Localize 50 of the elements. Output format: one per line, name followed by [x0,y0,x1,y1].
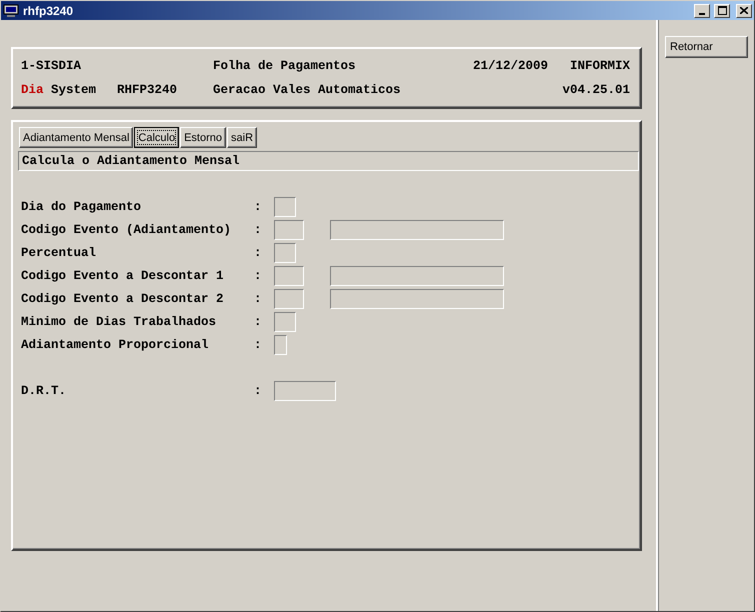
window-title: rhfp3240 [23,4,74,18]
computer-icon [3,4,19,18]
description-field[interactable] [330,289,504,309]
field-label: Minimo de Dias Trabalhados [21,315,218,329]
system-code: 1-SISDIA [21,59,82,73]
program-code: RHFP3240 [117,83,178,97]
input-field[interactable] [274,312,296,332]
description-field[interactable] [330,220,504,240]
menu-button[interactable]: Calculo [134,127,180,148]
database-name: INFORMIX [570,59,630,73]
colon-separator: : [254,246,263,260]
field-label: D.R.T. [21,384,68,398]
input-field[interactable] [274,197,296,217]
brand-highlight: Dia [21,83,44,97]
colon-separator: : [254,269,263,283]
colon-separator: : [254,200,263,214]
field-label: Dia do Pagamento [21,200,142,214]
description-bar: Calcula o Adiantamento Mensal [18,151,639,171]
menu-button[interactable]: Estorno [180,127,226,148]
minimize-icon [699,12,705,14]
description-field[interactable] [330,266,504,286]
input-field[interactable] [274,220,304,240]
field-label: Percentual [21,246,98,260]
module-title: Folha de Pagamentos [213,59,356,73]
colon-separator: : [254,315,263,329]
input-field[interactable] [274,335,287,355]
colon-separator: : [254,223,263,237]
close-button[interactable] [736,4,752,18]
field-label: Adiantamento Proporcional [21,338,210,352]
maximize-icon [718,6,726,15]
field-label: Codigo Evento a Descontar 1 [21,269,225,283]
maximize-button[interactable] [714,4,730,18]
minimize-button[interactable] [694,4,710,18]
input-field[interactable] [274,243,296,263]
close-icon [740,7,748,14]
return-button[interactable]: Retornar [665,36,748,58]
date-text: 21/12/2009 [472,59,548,73]
colon-separator: : [254,292,263,306]
field-label: Codigo Evento (Adiantamento) [21,223,232,237]
input-field[interactable] [274,381,336,401]
program-subtitle: Geracao Vales Automaticos [213,83,401,97]
menu-button[interactable]: Adiantamento Mensal [19,127,134,148]
version-text: v04.25.01 [562,83,630,97]
input-field[interactable] [274,266,304,286]
brand-name: System [51,83,96,97]
menu-button[interactable]: saiR [227,127,258,148]
colon-separator: : [254,384,263,398]
colon-separator: : [254,338,263,352]
input-field[interactable] [274,289,304,309]
field-label: Codigo Evento a Descontar 2 [21,292,225,306]
